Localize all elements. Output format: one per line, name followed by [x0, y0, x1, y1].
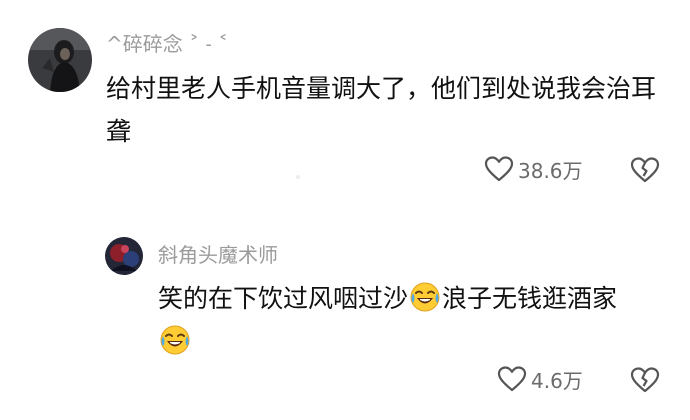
- comment-text-part: 浪子无钱逛酒家: [442, 284, 618, 313]
- rolling-on-floor-laughing-emoji-icon: [409, 281, 441, 313]
- avatar[interactable]: [105, 237, 143, 275]
- heart-icon: [497, 365, 527, 397]
- avatar[interactable]: [28, 28, 92, 92]
- like-button[interactable]: 4.6万: [497, 365, 583, 397]
- comment-text: 给村里老人手机音量调大了，他们到处说我会治耳聋: [106, 74, 657, 146]
- divider-dot: [296, 175, 300, 179]
- dislike-button[interactable]: [630, 366, 660, 398]
- reply-item: 斜角头魔术师 笑的在下饮过风咽过沙 浪子无钱逛酒家 4.6万: [0, 215, 690, 420]
- username[interactable]: ^碎碎念 ˃ ˗ ˂: [106, 32, 228, 56]
- heart-icon: [484, 155, 514, 187]
- username[interactable]: 斜角头魔术师: [158, 243, 278, 267]
- dislike-button[interactable]: [630, 156, 660, 188]
- broken-heart-icon: [630, 157, 660, 188]
- comment-item: ^碎碎念 ˃ ˗ ˂ 给村里老人手机音量调大了，他们到处说我会治耳聋 38.6万: [0, 0, 690, 200]
- like-count: 38.6万: [518, 159, 583, 183]
- rolling-on-floor-laughing-emoji-icon: [159, 324, 191, 356]
- comment-text: 笑的在下饮过风咽过沙 浪子无钱逛酒家: [158, 277, 658, 363]
- like-count: 4.6万: [531, 369, 583, 393]
- comment-text-part: 笑的在下饮过风咽过沙: [158, 284, 409, 313]
- broken-heart-icon: [630, 367, 660, 398]
- like-button[interactable]: 38.6万: [484, 155, 583, 187]
